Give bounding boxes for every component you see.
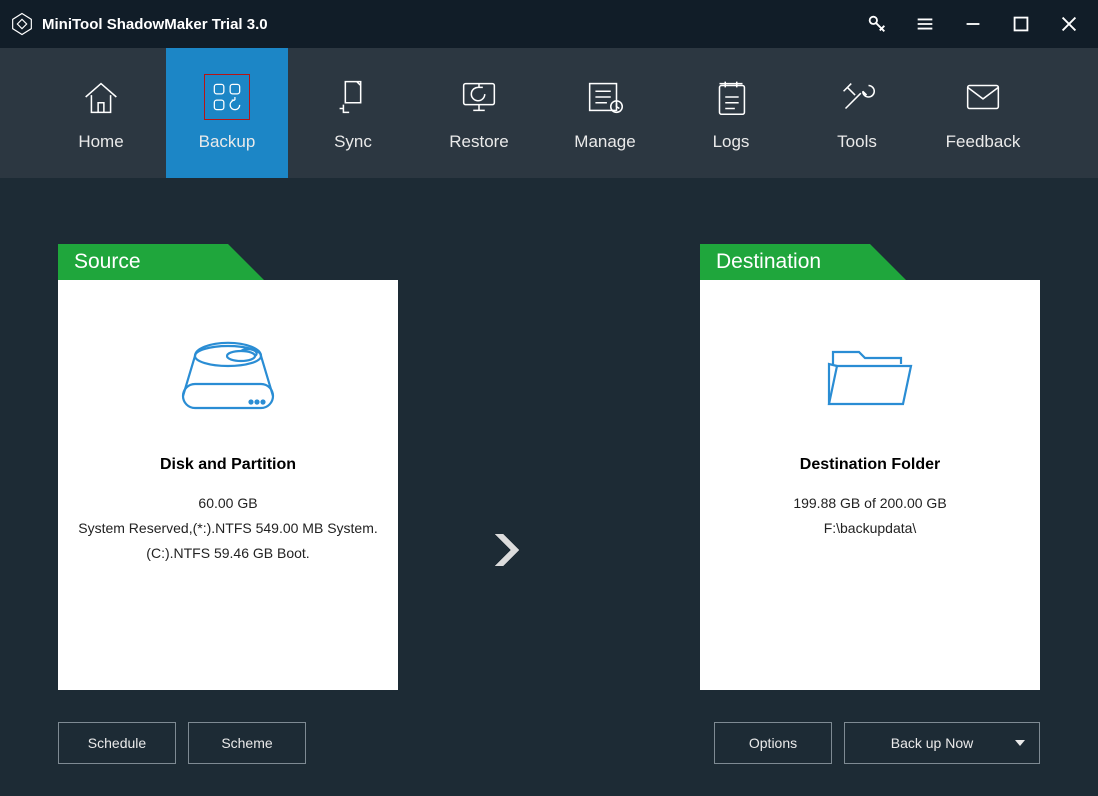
nav-home[interactable]: Home [40,48,162,178]
content: Source [0,178,1098,796]
options-button[interactable]: Options [714,722,832,764]
nav-tools[interactable]: Tools [796,48,918,178]
backup-icon [204,74,250,120]
nav-logs[interactable]: Logs [670,48,792,178]
destination-panel: Destination Destination Folder 199.88 GB… [700,244,1040,690]
nav-label: Home [78,132,123,152]
chevron-down-icon [1015,740,1025,746]
disk-icon [173,332,283,422]
source-details-1: System Reserved,(*:).NTFS 549.00 MB Syst… [60,519,396,538]
destination-size: 199.88 GB of 200.00 GB [775,494,964,513]
nav-sync[interactable]: Sync [292,48,414,178]
app-title: MiniTool ShadowMaker Trial 3.0 [42,16,268,33]
arrows-icon [489,523,609,582]
nav-restore[interactable]: Restore [418,48,540,178]
bottom-bar: Schedule Scheme Options Back up Now [58,722,1040,764]
sync-icon [330,74,376,120]
backup-now-label: Back up Now [891,735,973,751]
restore-icon [456,74,502,120]
close-button[interactable] [1054,9,1084,39]
destination-header: Destination [700,244,870,280]
minimize-button[interactable] [958,9,988,39]
home-icon [78,74,124,120]
nav-manage[interactable]: Manage [544,48,666,178]
nav-label: Sync [334,132,372,152]
nav-label: Feedback [946,132,1021,152]
nav-label: Logs [713,132,750,152]
source-card[interactable]: Disk and Partition 60.00 GB System Reser… [58,280,398,690]
source-panel: Source [58,244,398,690]
scheme-button[interactable]: Scheme [188,722,306,764]
manage-icon [582,74,628,120]
nav-label: Restore [449,132,509,152]
backup-now-button[interactable]: Back up Now [844,722,1040,764]
nav-label: Backup [199,132,256,152]
tools-icon [834,74,880,120]
menu-icon[interactable] [910,9,940,39]
navbar: Home Backup Sync Restore Manage [0,48,1098,178]
nav-label: Manage [574,132,635,152]
source-title: Disk and Partition [160,456,296,474]
titlebar: MiniTool ShadowMaker Trial 3.0 [0,0,1098,48]
feedback-icon [960,74,1006,120]
destination-card[interactable]: Destination Folder 199.88 GB of 200.00 G… [700,280,1040,690]
key-icon[interactable] [862,9,892,39]
app-logo-icon [8,10,36,38]
folder-icon [815,332,925,422]
destination-path: F:\backupdata\ [806,519,935,538]
nav-backup[interactable]: Backup [166,48,288,178]
source-size: 60.00 GB [180,494,275,513]
destination-title: Destination Folder [800,456,940,474]
schedule-button[interactable]: Schedule [58,722,176,764]
source-header: Source [58,244,228,280]
nav-label: Tools [837,132,877,152]
source-details-2: (C:).NTFS 59.46 GB Boot. [128,544,327,563]
maximize-button[interactable] [1006,9,1036,39]
nav-feedback[interactable]: Feedback [922,48,1044,178]
logs-icon [708,74,754,120]
